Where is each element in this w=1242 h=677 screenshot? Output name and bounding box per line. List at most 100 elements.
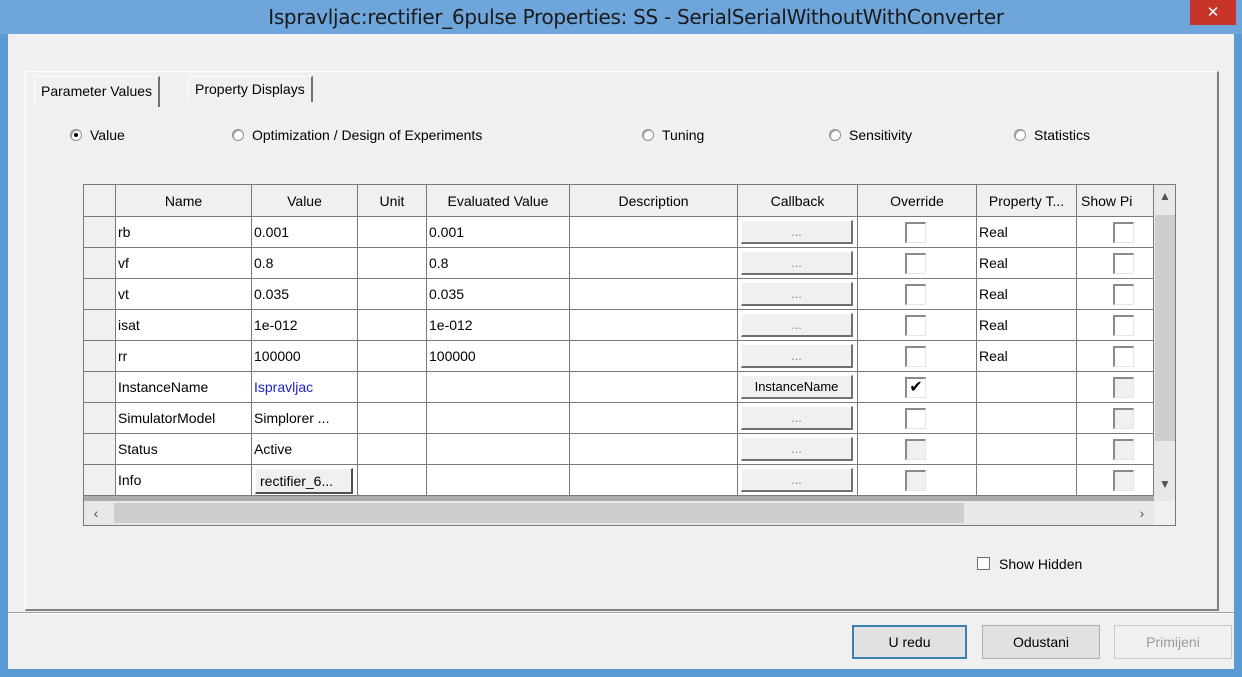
cell-callback[interactable]: ... xyxy=(738,341,858,372)
cell-type[interactable]: Real xyxy=(977,310,1077,341)
cell-value[interactable]: 0.8 xyxy=(252,248,358,279)
show-pin-checkbox[interactable] xyxy=(1113,470,1134,491)
callback-button[interactable]: ... xyxy=(741,468,853,492)
cell-evaluated[interactable] xyxy=(427,434,570,465)
cell-show[interactable] xyxy=(1077,310,1154,341)
cell-evaluated[interactable]: 0.001 xyxy=(427,217,570,248)
row-header[interactable] xyxy=(84,372,116,403)
cancel-button[interactable]: Odustani xyxy=(982,625,1100,659)
horizontal-scroll-thumb[interactable] xyxy=(114,503,964,523)
column-header-property-type[interactable]: Property T... xyxy=(977,185,1077,217)
cell-unit[interactable] xyxy=(358,372,427,403)
cell-evaluated[interactable]: 0.8 xyxy=(427,248,570,279)
cell-name[interactable]: isat xyxy=(116,310,252,341)
override-checkbox[interactable] xyxy=(905,315,926,336)
cell-description[interactable] xyxy=(570,310,738,341)
cell-show[interactable] xyxy=(1077,403,1154,434)
column-header-description[interactable]: Description xyxy=(570,185,738,217)
cell-unit[interactable] xyxy=(358,403,427,434)
cell-callback[interactable]: ... xyxy=(738,310,858,341)
cell-callback[interactable]: ... xyxy=(738,465,858,496)
cell-override[interactable] xyxy=(858,217,977,248)
row-header[interactable] xyxy=(84,465,116,496)
cell-callback[interactable]: ... xyxy=(738,248,858,279)
chevron-right-icon[interactable]: › xyxy=(1130,501,1154,525)
cell-description[interactable] xyxy=(570,279,738,310)
show-pin-checkbox[interactable] xyxy=(1113,222,1134,243)
row-header[interactable] xyxy=(84,279,116,310)
chevron-left-icon[interactable]: ‹ xyxy=(84,501,108,525)
cell-show[interactable] xyxy=(1077,434,1154,465)
close-button[interactable]: ✕ xyxy=(1190,0,1236,25)
cell-show[interactable] xyxy=(1077,279,1154,310)
callback-button[interactable]: ... xyxy=(741,406,853,430)
column-header-evaluated-value[interactable]: Evaluated Value xyxy=(427,185,570,217)
show-pin-checkbox[interactable] xyxy=(1113,284,1134,305)
cell-override[interactable]: ✔ xyxy=(858,372,977,403)
show-pin-checkbox[interactable] xyxy=(1113,439,1134,460)
cell-value[interactable]: 0.001 xyxy=(252,217,358,248)
cell-value[interactable]: Ispravljac xyxy=(252,372,358,403)
row-header[interactable] xyxy=(84,434,116,465)
cell-description[interactable] xyxy=(570,434,738,465)
cell-evaluated[interactable]: 1e-012 xyxy=(427,310,570,341)
cell-description[interactable] xyxy=(570,465,738,496)
cell-override[interactable] xyxy=(858,279,977,310)
cell-type[interactable]: Real xyxy=(977,248,1077,279)
override-checkbox[interactable] xyxy=(905,439,926,460)
callback-button[interactable]: ... xyxy=(741,282,853,306)
override-checkbox-checked[interactable]: ✔ xyxy=(905,377,926,398)
cell-evaluated[interactable] xyxy=(427,403,570,434)
cell-unit[interactable] xyxy=(358,279,427,310)
column-header-name[interactable]: Name xyxy=(116,185,252,217)
callback-button[interactable]: ... xyxy=(741,437,853,461)
show-pin-checkbox[interactable] xyxy=(1113,315,1134,336)
show-pin-checkbox[interactable] xyxy=(1113,253,1134,274)
cell-override[interactable] xyxy=(858,341,977,372)
cell-unit[interactable] xyxy=(358,341,427,372)
column-header-unit[interactable]: Unit xyxy=(358,185,427,217)
cell-show[interactable] xyxy=(1077,341,1154,372)
callback-button[interactable]: InstanceName xyxy=(741,375,853,399)
cell-type[interactable]: Real xyxy=(977,217,1077,248)
cell-name[interactable]: Info xyxy=(116,465,252,496)
show-pin-checkbox[interactable] xyxy=(1113,377,1134,398)
cell-value[interactable]: 1e-012 xyxy=(252,310,358,341)
cell-value[interactable]: 0.035 xyxy=(252,279,358,310)
callback-button[interactable]: ... xyxy=(741,344,853,368)
cell-callback[interactable]: ... xyxy=(738,279,858,310)
cell-value[interactable]: rectifier_6... xyxy=(252,465,358,496)
cell-override[interactable] xyxy=(858,403,977,434)
cell-override[interactable] xyxy=(858,465,977,496)
column-header-value[interactable]: Value xyxy=(252,185,358,217)
override-checkbox[interactable] xyxy=(905,284,926,305)
cell-override[interactable] xyxy=(858,310,977,341)
column-header-override[interactable]: Override xyxy=(858,185,977,217)
override-checkbox[interactable] xyxy=(905,222,926,243)
cell-callback[interactable]: ... xyxy=(738,217,858,248)
horizontal-scrollbar[interactable]: ‹ › xyxy=(84,501,1154,525)
row-header[interactable] xyxy=(84,403,116,434)
cell-type[interactable] xyxy=(977,372,1077,403)
cell-type[interactable]: Real xyxy=(977,341,1077,372)
cell-name[interactable]: Status xyxy=(116,434,252,465)
cell-name[interactable]: vt xyxy=(116,279,252,310)
cell-unit[interactable] xyxy=(358,434,427,465)
callback-button[interactable]: ... xyxy=(741,251,853,275)
cell-type[interactable] xyxy=(977,434,1077,465)
cell-show[interactable] xyxy=(1077,372,1154,403)
cell-evaluated[interactable]: 100000 xyxy=(427,341,570,372)
cell-callback[interactable]: ... xyxy=(738,434,858,465)
cell-evaluated[interactable] xyxy=(427,465,570,496)
cell-evaluated[interactable]: 0.035 xyxy=(427,279,570,310)
override-checkbox[interactable] xyxy=(905,470,926,491)
cell-name[interactable]: rb xyxy=(116,217,252,248)
column-header-show-pin[interactable]: Show Pi xyxy=(1077,185,1154,217)
cell-type[interactable] xyxy=(977,465,1077,496)
cell-override[interactable] xyxy=(858,248,977,279)
cell-evaluated[interactable] xyxy=(427,372,570,403)
cell-show[interactable] xyxy=(1077,465,1154,496)
info-value-button[interactable]: rectifier_6... xyxy=(255,468,353,494)
override-checkbox[interactable] xyxy=(905,346,926,367)
row-header[interactable] xyxy=(84,341,116,372)
